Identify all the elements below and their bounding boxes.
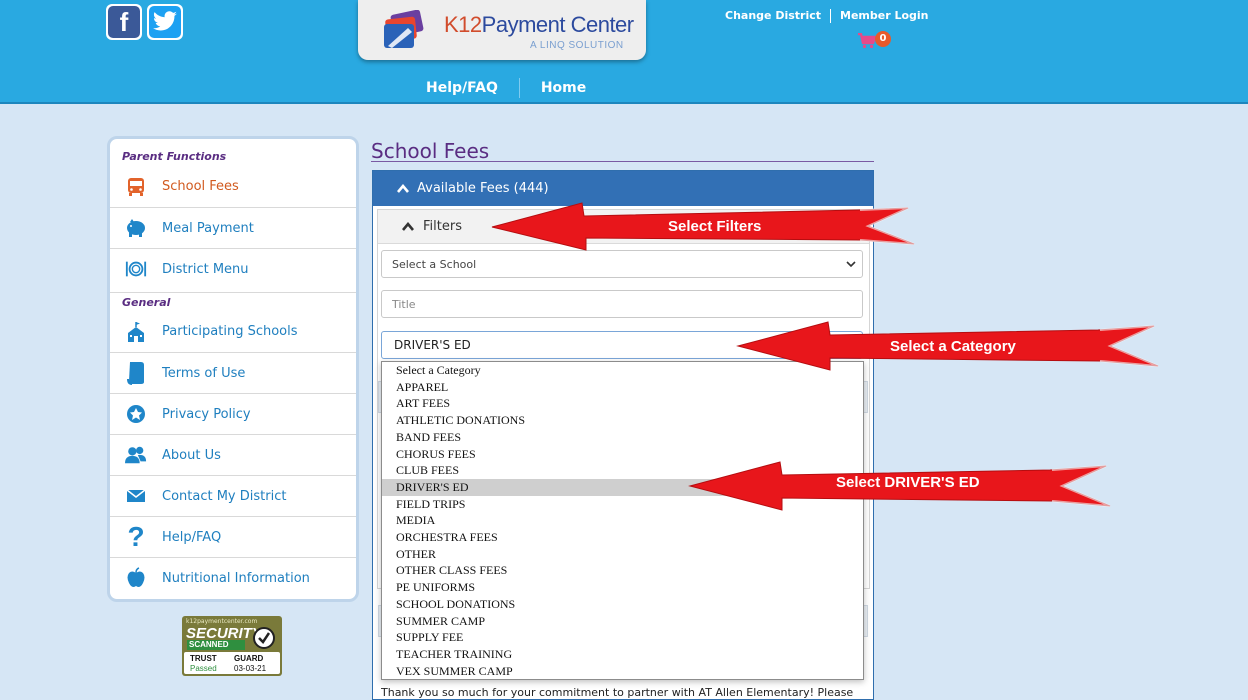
school-select-value: Select a School bbox=[392, 257, 477, 271]
brand-subtitle: A LINQ SOLUTION bbox=[530, 40, 624, 51]
twitter-link[interactable] bbox=[147, 4, 183, 40]
category-option[interactable]: BAND FEES bbox=[382, 429, 863, 446]
sidebar-item-about-us[interactable]: About Us bbox=[110, 434, 356, 475]
sidebar-item-label: Contact My District bbox=[162, 488, 287, 504]
sidebar-item-nutritional-information[interactable]: Nutritional Information bbox=[110, 557, 356, 598]
title-input[interactable] bbox=[381, 290, 863, 318]
cart-count-badge: 0 bbox=[875, 31, 891, 47]
plate-utensils-icon bbox=[125, 258, 147, 280]
people-icon bbox=[125, 444, 147, 466]
category-dropdown-list[interactable]: Select a Category APPAREL ART FEES ATHLE… bbox=[381, 361, 864, 680]
sidebar-item-label: Meal Payment bbox=[162, 220, 254, 236]
trust-domain: k12paymentcenter.com bbox=[186, 618, 258, 625]
sidebar-item-contact-my-district[interactable]: Contact My District bbox=[110, 475, 356, 516]
facebook-icon: f bbox=[108, 6, 140, 38]
sidebar: Parent Functions School Fees Meal Paymen… bbox=[107, 136, 359, 602]
chevron-up-icon bbox=[402, 222, 414, 231]
category-option[interactable]: PE UNIFORMS bbox=[382, 579, 863, 596]
sidebar-item-participating-schools[interactable]: Participating Schools bbox=[110, 311, 356, 352]
nav-divider bbox=[518, 78, 520, 98]
link-divider bbox=[830, 9, 832, 23]
school-building-icon bbox=[125, 321, 147, 343]
panel-title: Available Fees (444) bbox=[417, 181, 549, 196]
envelope-icon bbox=[125, 485, 147, 507]
title-divider bbox=[371, 161, 874, 162]
category-option[interactable]: VEX SUMMER CAMP bbox=[382, 663, 863, 680]
category-option[interactable]: SCHOOL DONATIONS bbox=[382, 596, 863, 613]
sidebar-item-label: Nutritional Information bbox=[162, 570, 310, 586]
sidebar-item-label: School Fees bbox=[162, 179, 239, 194]
badge-icon bbox=[125, 403, 147, 425]
nav-home[interactable]: Home bbox=[541, 80, 586, 96]
member-login-link[interactable]: Member Login bbox=[840, 9, 929, 23]
category-option[interactable]: MEDIA bbox=[382, 512, 863, 529]
piggy-bank-icon bbox=[125, 217, 147, 239]
k12-logo[interactable]: K12Payment Center A LINQ SOLUTION bbox=[358, 0, 646, 60]
trust-scanned: SCANNED bbox=[187, 640, 245, 650]
category-option[interactable]: OTHER bbox=[382, 546, 863, 563]
top-links: Change District Member Login bbox=[725, 9, 929, 23]
school-bus-icon bbox=[125, 176, 147, 198]
main-nav: Help/FAQ Home bbox=[426, 78, 586, 98]
sidebar-item-label: Privacy Policy bbox=[162, 406, 251, 422]
sidebar-item-label: About Us bbox=[162, 447, 221, 463]
site-header: f K12Payment Center A LINQ SOLUTION Chan… bbox=[0, 0, 1248, 104]
category-option[interactable]: SUPPLY FEE bbox=[382, 629, 863, 646]
category-option[interactable]: APPAREL bbox=[382, 379, 863, 396]
twitter-icon bbox=[149, 6, 181, 38]
general-heading: General bbox=[110, 292, 356, 309]
question-mark-icon: ? bbox=[127, 521, 145, 552]
scroll-icon bbox=[125, 362, 147, 385]
parent-functions-heading: Parent Functions bbox=[122, 150, 227, 163]
annotation-label-drivers-ed: Select DRIVER'S ED bbox=[836, 474, 980, 491]
sidebar-item-meal-payment[interactable]: Meal Payment bbox=[110, 207, 356, 248]
trust-shield-icon bbox=[253, 627, 275, 649]
cart-icon bbox=[858, 32, 877, 49]
sidebar-item-help-faq[interactable]: ? Help/FAQ bbox=[110, 516, 356, 557]
category-option[interactable]: OTHER CLASS FEES bbox=[382, 562, 863, 579]
sidebar-item-school-fees[interactable]: School Fees bbox=[110, 166, 356, 207]
category-option[interactable]: ORCHESTRA FEES bbox=[382, 529, 863, 546]
change-district-link[interactable]: Change District bbox=[725, 9, 821, 23]
guard-word: GUARD bbox=[234, 654, 264, 663]
sidebar-item-label: Help/FAQ bbox=[162, 529, 222, 545]
annotation-label-category: Select a Category bbox=[890, 338, 1016, 355]
thanks-message: Thank you so much for your commitment to… bbox=[381, 686, 854, 699]
sidebar-item-district-menu[interactable]: District Menu bbox=[110, 248, 356, 289]
chevron-down-icon bbox=[846, 261, 856, 268]
category-option[interactable]: TEACHER TRAINING bbox=[382, 646, 863, 663]
sidebar-item-label: District Menu bbox=[162, 261, 249, 277]
cart-button[interactable]: 0 bbox=[857, 31, 891, 53]
school-select[interactable]: Select a School bbox=[381, 250, 863, 278]
category-select-value: DRIVER'S ED bbox=[394, 338, 471, 352]
sidebar-item-privacy-policy[interactable]: Privacy Policy bbox=[110, 393, 356, 434]
sidebar-item-label: Participating Schools bbox=[162, 324, 298, 339]
chevron-up-icon bbox=[397, 184, 409, 193]
facebook-link[interactable]: f bbox=[106, 4, 142, 40]
page-title: School Fees bbox=[371, 139, 490, 163]
nav-help-faq[interactable]: Help/FAQ bbox=[426, 80, 498, 96]
trust-guard-badge[interactable]: k12paymentcenter.com SECURITY SCANNED TR… bbox=[182, 616, 282, 676]
brand-name: K12Payment Center bbox=[444, 12, 634, 37]
trust-date: 03-03-21 bbox=[234, 664, 267, 673]
sidebar-item-terms-of-use[interactable]: Terms of Use bbox=[110, 352, 356, 393]
category-option[interactable]: ART FEES bbox=[382, 395, 863, 412]
trust-word: TRUST bbox=[190, 654, 217, 663]
cards-logo-icon bbox=[384, 10, 424, 48]
category-option[interactable]: ATHLETIC DONATIONS bbox=[382, 412, 863, 429]
annotation-label-filters: Select Filters bbox=[668, 218, 762, 235]
filters-title: Filters bbox=[423, 219, 462, 234]
sidebar-item-label: Terms of Use bbox=[162, 365, 246, 381]
apple-icon bbox=[125, 567, 147, 589]
category-option[interactable]: SUMMER CAMP bbox=[382, 613, 863, 630]
trust-passed: Passed bbox=[190, 664, 217, 673]
